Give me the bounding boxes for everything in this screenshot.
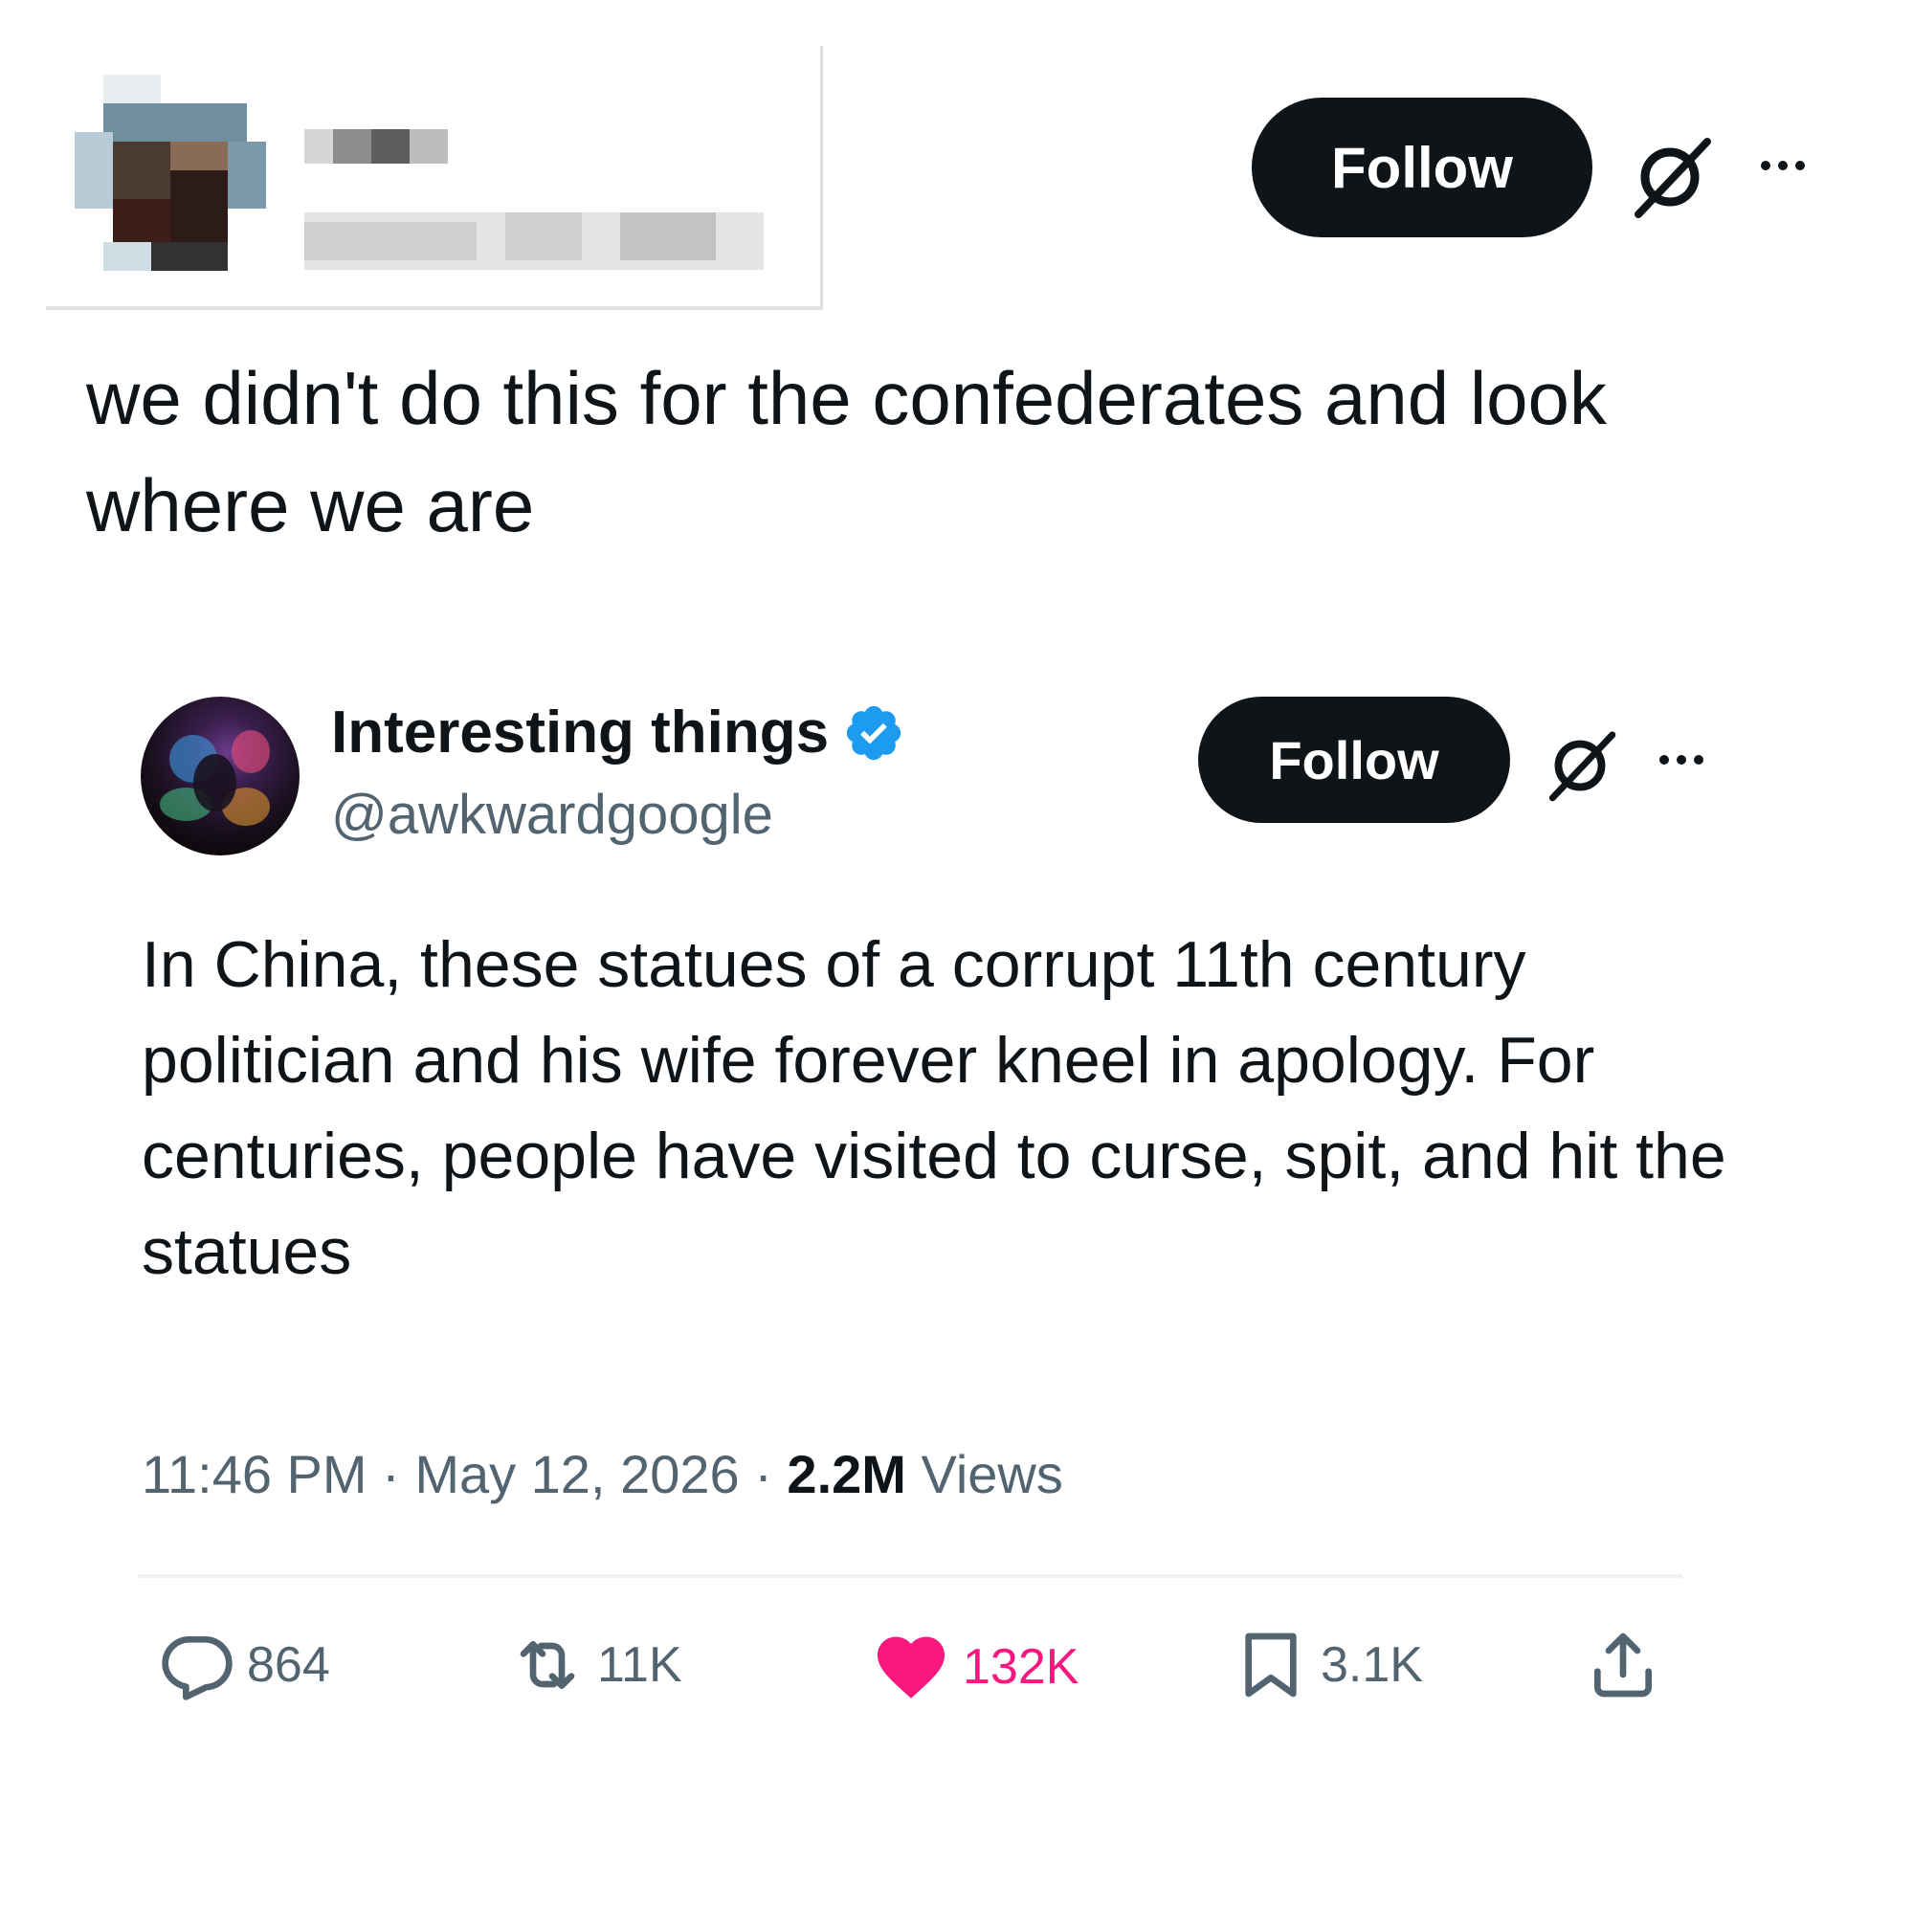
verified-badge-icon: [846, 705, 901, 760]
views-count: 2.2M: [787, 1444, 906, 1504]
author-name-row[interactable]: Interesting things: [331, 699, 905, 766]
separator: ·: [367, 1444, 415, 1504]
pixelated-handle[interactable]: [304, 212, 764, 270]
repost-button[interactable]: 11K: [509, 1627, 682, 1703]
tweet-metadata: 11:46 PM · May 12, 2026 · 2.2M Views: [142, 1443, 1063, 1505]
more-options-icon[interactable]: [1761, 161, 1805, 170]
like-count: 132K: [963, 1639, 1079, 1695]
repost-icon: [520, 1641, 575, 1689]
avatar[interactable]: [141, 697, 300, 855]
heart-icon: [878, 1636, 945, 1699]
reply-icon: [162, 1636, 233, 1700]
more-options-icon[interactable]: [1659, 755, 1703, 765]
repost-count: 11K: [597, 1637, 682, 1693]
follow-button-quoted[interactable]: Follow: [1198, 697, 1510, 823]
bookmark-count: 3.1K: [1321, 1637, 1423, 1693]
separator: ·: [739, 1444, 788, 1504]
bookmark-icon: [1245, 1632, 1297, 1698]
tweet-text: we didn't do this for the confederates a…: [86, 356, 1607, 547]
action-bar: 864 11K 132K 3.1K: [0, 1627, 1913, 1722]
quoted-tweet-text: In China, these statues of a corrupt 11t…: [142, 928, 1726, 1288]
divider: [138, 1574, 1682, 1578]
tweet-time[interactable]: 11:46 PM: [142, 1443, 367, 1505]
reply-button[interactable]: 864: [159, 1627, 330, 1703]
follow-button-top[interactable]: Follow: [1252, 98, 1592, 237]
pixelated-display-name[interactable]: [304, 129, 448, 164]
bookmark-button[interactable]: 3.1K: [1233, 1627, 1423, 1703]
reply-count: 864: [247, 1637, 330, 1693]
grok-icon[interactable]: [1627, 134, 1713, 220]
tweet-date[interactable]: May 12, 2026: [414, 1443, 739, 1505]
grok-icon[interactable]: [1543, 727, 1617, 804]
author-handle[interactable]: @awkwardgoogle: [331, 783, 773, 847]
share-icon: [1594, 1632, 1652, 1698]
like-button[interactable]: 132K: [871, 1627, 1079, 1707]
display-name[interactable]: Interesting things: [331, 699, 829, 766]
views-label: Views: [905, 1444, 1063, 1504]
share-button[interactable]: [1585, 1627, 1661, 1703]
pixelated-avatar[interactable]: [75, 75, 278, 271]
